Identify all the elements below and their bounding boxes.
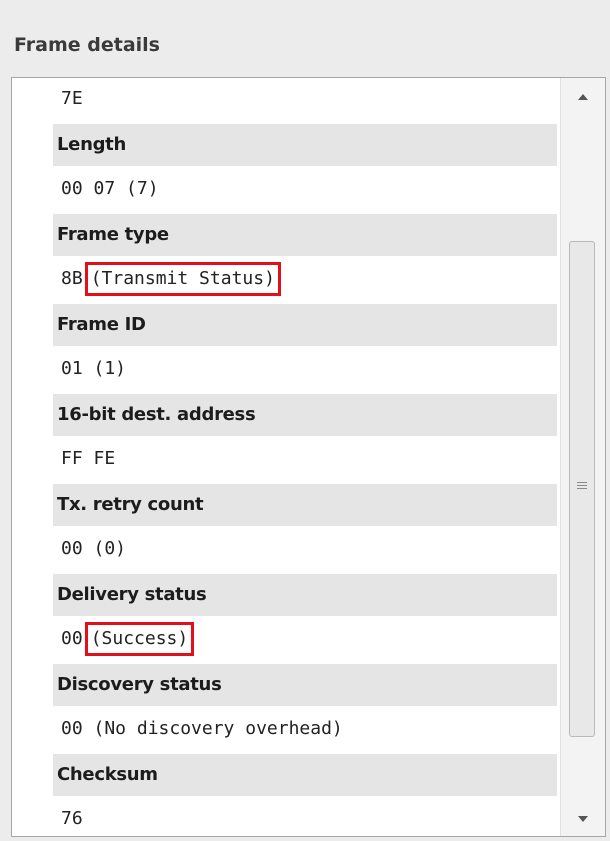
scroll-down-arrow-icon[interactable] [561,804,605,834]
vertical-scrollbar[interactable] [560,78,605,836]
field-value: 01 (1) [61,358,127,379]
frame-details-panel: Frame details 7E Length 00 07 (7) Frame typ… [0,0,610,841]
highlighted-annotation: (Transmit Status) [84,262,281,296]
scrollbar-thumb[interactable] [569,241,595,737]
field-value-code: 8B [61,268,83,289]
field-header: Frame type [53,214,557,256]
field-header: Discovery status [53,664,557,706]
frame-details-box: 7E Length 00 07 (7) Frame type 8B (Transmit S… [11,77,606,837]
highlighted-annotation: (Success) [84,622,195,656]
field-header: Length [53,124,557,166]
field-header: Tx. retry count [53,484,557,526]
scroll-up-arrow-icon[interactable] [561,82,605,112]
field-value: 00 (Success) [53,616,557,662]
field-header: Checksum [53,754,557,796]
field-value: 76 [61,808,83,829]
scrollbar-grip-icon [577,482,587,491]
field-value: FF FE [61,448,116,469]
field-value: 7E [61,88,83,109]
field-value: 00 (0) [61,538,127,559]
panel-title: Frame details [14,34,160,56]
field-value: 00 07 (7) [61,178,159,199]
field-value-code: 00 [61,628,83,649]
field-header: Delivery status [53,574,557,616]
field-value: 8B (Transmit Status) [53,256,557,302]
field-header: 16-bit dest. address [53,394,557,436]
field-value: 00 (No discovery overhead) [61,718,343,739]
field-header: Frame ID [53,304,557,346]
